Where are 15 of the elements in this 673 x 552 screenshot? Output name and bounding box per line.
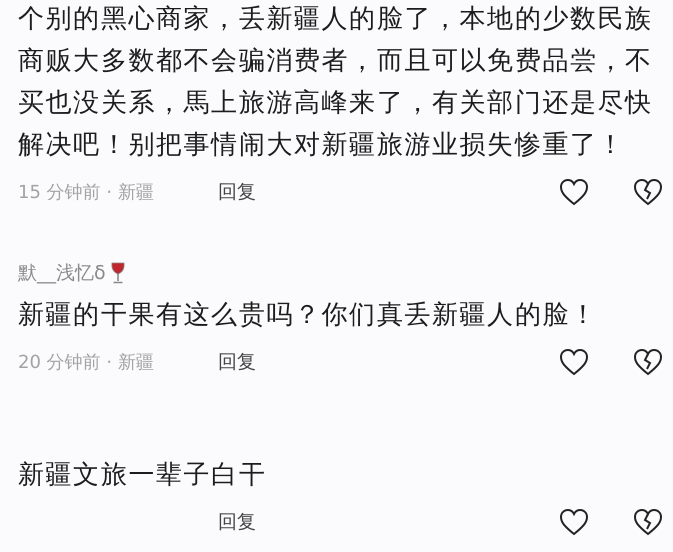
broken-heart-icon[interactable] <box>633 178 663 206</box>
broken-heart-icon[interactable] <box>633 508 663 536</box>
wine-glass-icon <box>110 262 126 284</box>
comment-text: 新疆文旅一辈子白干 <box>18 459 268 492</box>
comment-meta: 20 分钟前 · 新疆 <box>18 351 155 374</box>
comment-meta: 15 分钟前 · 新疆 <box>18 181 155 204</box>
like-icon[interactable] <box>559 508 589 536</box>
reply-button[interactable]: 回复 <box>218 509 256 535</box>
like-icon[interactable] <box>559 178 589 206</box>
like-icon[interactable] <box>559 348 589 376</box>
broken-heart-icon[interactable] <box>633 348 663 376</box>
reply-button[interactable]: 回复 <box>218 349 256 375</box>
reply-button[interactable]: 回复 <box>218 179 256 205</box>
comment-text: 个别的黑心商家，丢新疆人的脸了，本地的少数民族商贩大多数都不会骗消费者，而且可以免费品尝，不买也没关系，馬上旅游高峰来了，有关部门还是尽快解决吧！别把事情闹大对新疆旅游业损失惨重了！ <box>18 3 654 162</box>
comment-text: 新疆的干果有这么贵吗？你们真丢新疆人的脸！ <box>18 299 599 332</box>
